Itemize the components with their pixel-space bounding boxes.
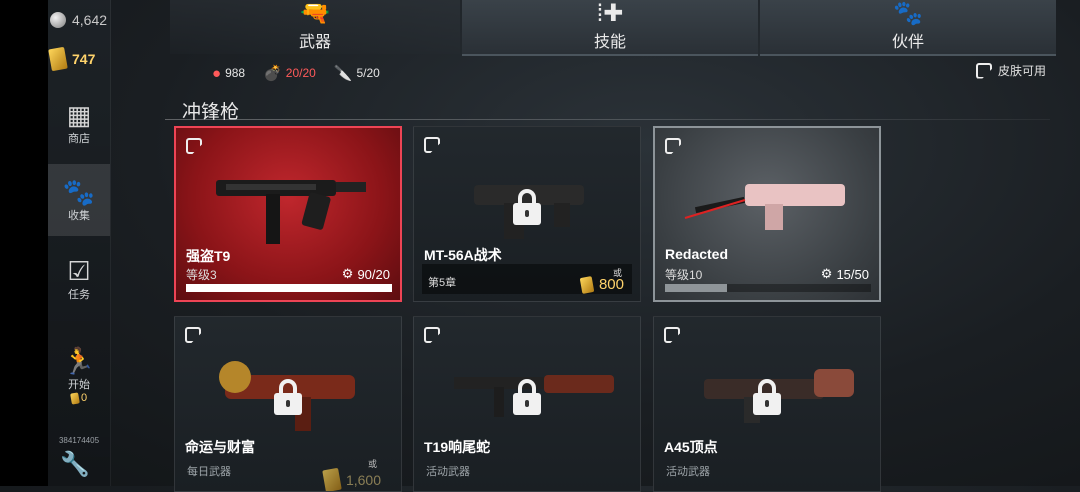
weapon-name: 命运与财富 [185, 439, 255, 455]
weapon-parts-count: 90/20 [357, 266, 390, 282]
skin-available-toggle[interactable]: 皮肤可用 [975, 62, 1046, 79]
nav-missions-label: 任务 [68, 289, 90, 301]
skin-flag-icon [975, 62, 992, 79]
weapon-level: 等级10 [665, 268, 703, 282]
upgrade-progress-fill [186, 284, 392, 292]
sidebar [48, 0, 111, 486]
weapon-card-bandit-t9[interactable]: 强盗T9 等级3 ⚙ 90/20 [174, 126, 402, 302]
nav-collection[interactable]: 🐾 收集 [48, 164, 110, 236]
nav-shop[interactable]: ▦ 商店 [48, 100, 110, 146]
unlock-requirement: 第5章 [428, 277, 457, 289]
weapon-name: T19响尾蛇 [424, 439, 491, 455]
skin-flag-icon [424, 137, 440, 153]
coin-icon [50, 12, 66, 28]
gun-paw-icon: 🐾 [62, 177, 96, 207]
gold-bar-icon [48, 46, 68, 72]
ammo-stat: ● 988 [212, 65, 245, 82]
grenade-count: 20/20 [285, 66, 316, 80]
lock-icon [274, 379, 302, 415]
start-badge-count: 0 [80, 392, 88, 404]
gold-price[interactable]: 800 [579, 275, 624, 294]
knife-stat: 🔪 5/20 [334, 64, 380, 82]
nav-start[interactable]: 🏃 开始 0 [48, 346, 110, 405]
nav-collection-label: 收集 [68, 210, 90, 222]
gold-bar-icon [70, 391, 80, 405]
runner-icon: 🏃 [62, 346, 96, 376]
gears-icon: ⚙ [341, 266, 354, 281]
ammo-can-icon: ● [212, 64, 222, 82]
weapon-card-mt56a[interactable]: MT-56A战术 第5章 或 800 [413, 126, 641, 302]
weapon-parts: ⚙ 15/50 [821, 266, 869, 282]
checklist-icon: ☑ [67, 256, 91, 286]
section-divider [165, 119, 1050, 120]
coin-amount: 4,642 [72, 12, 108, 28]
start-gold-badge: 0 [70, 391, 88, 405]
unlock-panel: 第5章 或 800 [422, 264, 632, 294]
lock-icon [513, 189, 541, 225]
lock-icon [753, 379, 781, 415]
weapon-name: MT-56A战术 [424, 247, 502, 263]
tab-skills[interactable]: ⁞✚ 技能 [462, 0, 758, 56]
weapon-card-a45-apex[interactable]: A45顶点 活动武器 [653, 316, 881, 492]
weapon-category: 每日武器 [187, 466, 231, 478]
gold-amount: 747 [72, 51, 96, 67]
top-tabs: 🔫 武器 ⁞✚ 技能 🐾 伙伴 [170, 0, 1060, 56]
grenade-icon: 💣 [263, 65, 282, 82]
upgrade-progress-bar [186, 284, 392, 292]
tab-weapons[interactable]: 🔫 武器 [170, 0, 460, 54]
weapon-card-fate-and-fortune[interactable]: 命运与财富 每日武器 或 1,600 [174, 316, 402, 492]
ammo-plus-icon: ⁞✚ [596, 0, 624, 27]
weapon-level: 等级3 [186, 268, 217, 282]
coin-balance: 4,642 [50, 12, 107, 28]
weapon-name: 强盗T9 [186, 248, 231, 264]
skin-available-label: 皮肤可用 [997, 64, 1046, 78]
upgrade-progress-fill [665, 284, 727, 292]
tab-partners[interactable]: 🐾 伙伴 [760, 0, 1056, 56]
grenade-stat: 💣 20/20 [263, 64, 316, 82]
smg-image [216, 180, 366, 244]
weapon-card-t19-rattlesnake[interactable]: T19响尾蛇 活动武器 [413, 316, 641, 492]
tab-partners-label: 伙伴 [891, 34, 924, 51]
gold-price[interactable]: 1,600 [322, 467, 381, 491]
weapon-name: Redacted [665, 246, 729, 262]
weapon-category: 活动武器 [426, 466, 470, 478]
weapon-parts-count: 15/50 [836, 266, 869, 282]
skin-flag-icon [185, 327, 201, 343]
user-id: 384174405 [58, 436, 100, 445]
weapon-name: A45顶点 [664, 439, 718, 455]
ammo-count: 988 [225, 66, 246, 80]
tab-weapons-label: 武器 [298, 34, 331, 51]
weapon-card-redacted[interactable]: Redacted 等级10 ⚙ 15/50 [653, 126, 881, 302]
knife-icon: 🔪 [333, 65, 353, 82]
lock-icon [513, 379, 541, 415]
weapon-parts: ⚙ 90/20 [342, 266, 390, 282]
upgrade-progress-bar [665, 284, 871, 292]
nav-shop-label: 商店 [68, 133, 90, 145]
revolver-icon: 🔫 [300, 0, 330, 27]
gears-icon: ⚙ [820, 266, 833, 281]
skin-flag-icon [664, 327, 680, 343]
skin-flag-icon [665, 138, 681, 154]
tab-skills-label: 技能 [593, 34, 626, 51]
chest-icon: ▦ [66, 100, 92, 130]
gold-bar-icon [322, 467, 342, 491]
inventory-stats: ● 988 💣 20/20 🔪 5/20 [212, 64, 380, 83]
smg-image [684, 184, 845, 230]
paw-icon: 🐾 [893, 0, 923, 27]
gold-bar-icon [579, 275, 595, 294]
settings-wrench-icon[interactable]: 🔧 [60, 450, 90, 479]
knife-count: 5/20 [356, 66, 380, 80]
nav-missions[interactable]: ☑ 任务 [48, 256, 110, 302]
skin-flag-icon [424, 327, 440, 343]
nav-start-label: 开始 [68, 379, 90, 391]
gold-price-value: 800 [598, 276, 624, 293]
left-black-strip [0, 0, 48, 486]
gold-balance[interactable]: 747 [48, 46, 96, 72]
weapon-category: 活动武器 [666, 466, 710, 478]
skin-flag-icon [186, 138, 202, 154]
